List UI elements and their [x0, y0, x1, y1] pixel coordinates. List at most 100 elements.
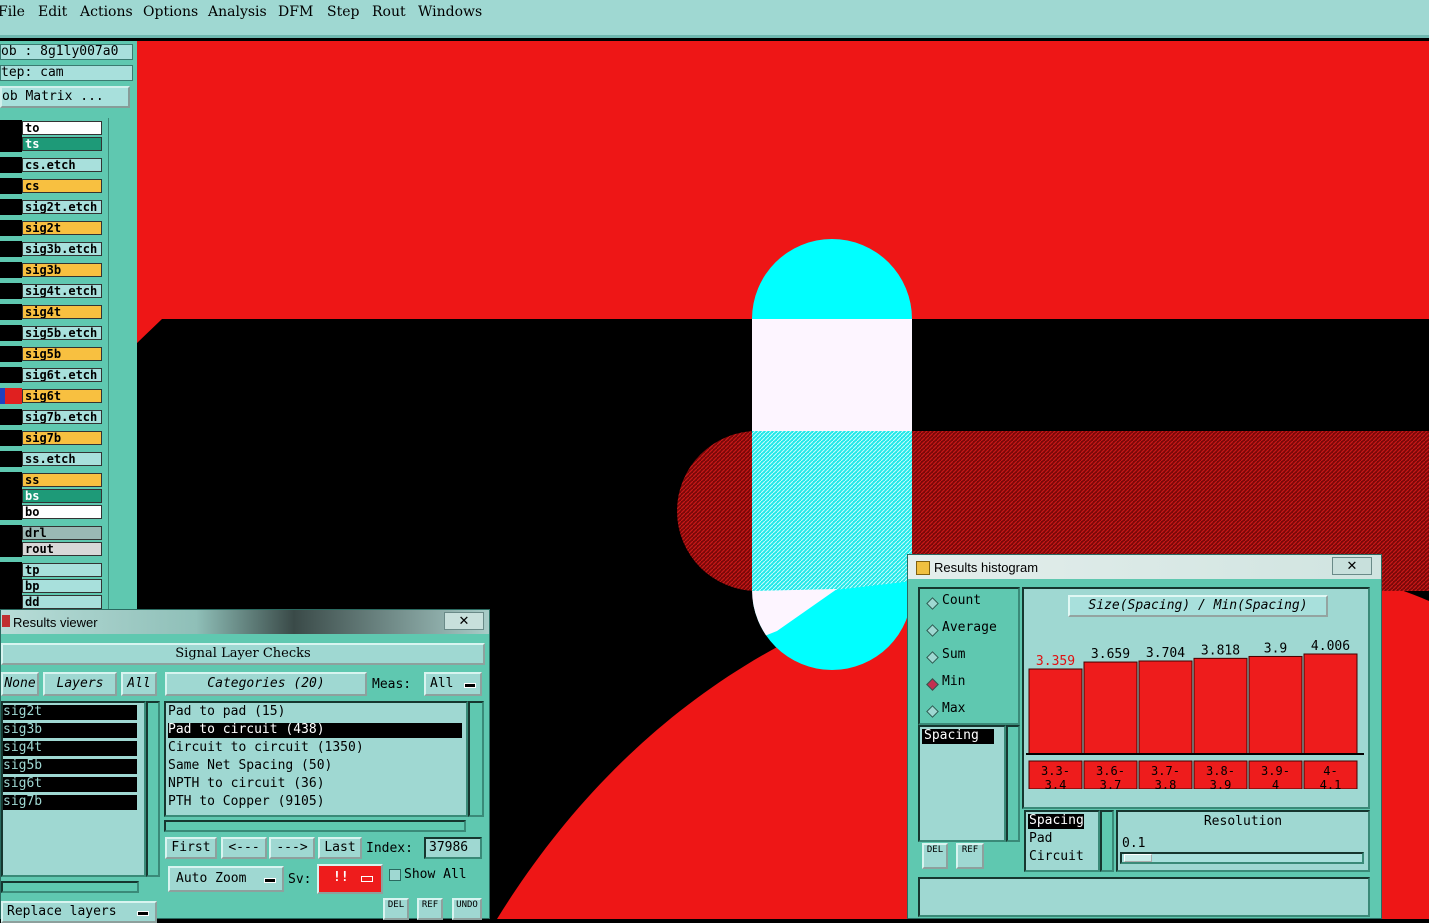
ref-button[interactable]: REF [417, 898, 443, 920]
layer-row[interactable]: ts [0, 136, 108, 152]
replace-layers-dropdown[interactable]: Replace layers [1, 901, 157, 923]
category-item[interactable]: Pad to circuit (438) [168, 723, 462, 738]
menu-analysis[interactable]: Analysis [208, 4, 267, 20]
layer-filter-item[interactable]: sig5b [3, 759, 137, 774]
resolution-item[interactable]: Pad [1028, 832, 1052, 847]
layer-row[interactable]: drl [0, 525, 108, 541]
hist-ref-button[interactable]: REF [956, 843, 984, 869]
layer-row[interactable]: bo [0, 504, 108, 520]
category-list-scrollbar[interactable] [468, 701, 484, 817]
layer-row[interactable]: sig7b.etch [0, 409, 108, 425]
layers-button[interactable]: Layers [43, 672, 117, 696]
layer-filter-list[interactable]: sig2t sig3b sig4t sig5b sig6t sig7b [1, 701, 146, 877]
layer-row[interactable]: bp [0, 578, 108, 594]
layer-filter-scrollbar[interactable] [146, 701, 160, 877]
last-button[interactable]: Last [318, 837, 362, 859]
layer-row[interactable]: sig5b.etch [0, 325, 108, 341]
menu-actions[interactable]: Actions [80, 4, 133, 20]
layer-row[interactable]: sig4t [0, 304, 108, 320]
radio-label: Average [942, 620, 997, 635]
layer-row[interactable]: cs [0, 178, 108, 194]
layer-row[interactable]: tp [0, 562, 108, 578]
layer-row[interactable]: sig6t.etch [0, 367, 108, 383]
none-button[interactable]: None [1, 672, 39, 696]
category-item[interactable]: Circuit to circuit (1350) [168, 741, 462, 756]
layer-row[interactable]: ss [0, 472, 108, 488]
histogram-bar[interactable] [1028, 668, 1083, 755]
layer-name: bs [22, 489, 102, 503]
layer-row[interactable]: cs.etch [0, 157, 108, 173]
layer-filter-item[interactable]: sig7b [3, 795, 137, 810]
category-item[interactable]: Pad to pad (15) [168, 705, 462, 720]
resolution-list-scrollbar[interactable] [1100, 810, 1114, 872]
undo-button[interactable]: UNDO [452, 898, 482, 920]
severity-dropdown[interactable]: !! [317, 864, 383, 894]
histogram-bar[interactable] [1138, 660, 1193, 755]
category-list-hscrollbar[interactable] [164, 820, 466, 832]
all-button[interactable]: All [121, 672, 157, 696]
resolution-list[interactable]: Spacing Pad Circuit [1024, 810, 1100, 872]
histogram-bar[interactable] [1193, 657, 1248, 755]
layer-row[interactable]: to [0, 120, 108, 136]
layer-row[interactable]: sig3b [0, 262, 108, 278]
menu-edit[interactable]: Edit [38, 4, 67, 20]
index-input[interactable]: 37986 [424, 837, 482, 859]
results-viewer-titlebar[interactable]: Results viewer ✕ [1, 610, 489, 634]
menu-dfm[interactable]: DFM [278, 4, 313, 20]
measure-list-scrollbar[interactable] [1006, 725, 1020, 842]
layer-row[interactable]: sig7b [0, 430, 108, 446]
layer-filter-item[interactable]: sig3b [3, 723, 137, 738]
category-item[interactable]: PTH to Copper (9105) [168, 795, 462, 810]
first-button[interactable]: First [165, 837, 217, 859]
hist-del-button[interactable]: DEL [922, 843, 948, 869]
histogram-bar[interactable] [1248, 655, 1303, 755]
category-item[interactable]: Same Net Spacing (50) [168, 759, 462, 774]
radio-max[interactable] [926, 705, 939, 718]
category-item[interactable]: NPTH to circuit (36) [168, 777, 462, 792]
radio-count[interactable] [926, 597, 939, 610]
layer-list-scrollbar[interactable] [108, 118, 136, 618]
layer-row[interactable]: sig4t.etch [0, 283, 108, 299]
radio-min[interactable] [926, 678, 939, 691]
radio-sum[interactable] [926, 651, 939, 664]
layer-filter-item[interactable]: sig6t [3, 777, 137, 792]
show-all-checkbox[interactable] [389, 869, 401, 881]
layer-row[interactable]: bs [0, 488, 108, 504]
layer-row[interactable]: sig6t [0, 388, 108, 404]
layer-row[interactable]: dd [0, 594, 108, 610]
auto-zoom-dropdown[interactable]: Auto Zoom [168, 866, 284, 892]
layer-filter-item[interactable]: sig2t [3, 705, 137, 720]
menu-rout[interactable]: Rout [372, 4, 406, 20]
measure-item[interactable]: Spacing [922, 729, 994, 744]
close-icon[interactable]: ✕ [1332, 557, 1372, 575]
resolution-item[interactable]: Circuit [1028, 850, 1084, 865]
histogram-bar[interactable] [1083, 661, 1138, 755]
layer-row[interactable]: ss.etch [0, 451, 108, 467]
resolution-slider[interactable] [1120, 852, 1364, 864]
job-matrix-button[interactable]: ob Matrix ... [0, 86, 130, 108]
resolution-item[interactable]: Spacing [1028, 814, 1084, 829]
layer-filter-hscrollbar[interactable] [1, 881, 139, 893]
menu-step[interactable]: Step [327, 4, 359, 20]
measure-list[interactable]: Spacing [918, 725, 1006, 842]
layer-filter-item[interactable]: sig4t [3, 741, 137, 756]
previous-button[interactable]: <--- [221, 837, 267, 859]
categories-button[interactable]: Categories (20) [165, 672, 367, 696]
histogram-titlebar[interactable]: Results histogram ✕ [908, 555, 1381, 579]
layer-row[interactable]: sig5b [0, 346, 108, 362]
menu-file[interactable]: File [0, 4, 25, 20]
layer-row[interactable]: rout [0, 541, 108, 557]
layer-row[interactable]: sig2t [0, 220, 108, 236]
menu-windows[interactable]: Windows [418, 4, 482, 20]
radio-average[interactable] [926, 624, 939, 637]
del-button[interactable]: DEL [383, 898, 409, 920]
meas-dropdown[interactable]: All [424, 672, 482, 696]
menu-options[interactable]: Options [143, 4, 198, 20]
resolution-slider-handle[interactable] [1124, 854, 1152, 862]
layer-row[interactable]: sig2t.etch [0, 199, 108, 215]
histogram-bar[interactable] [1303, 653, 1358, 755]
layer-row[interactable]: sig3b.etch [0, 241, 108, 257]
close-icon[interactable]: ✕ [444, 612, 484, 630]
next-button[interactable]: ---> [269, 837, 315, 859]
category-list[interactable]: Pad to pad (15) Pad to circuit (438) Circu… [164, 701, 468, 817]
